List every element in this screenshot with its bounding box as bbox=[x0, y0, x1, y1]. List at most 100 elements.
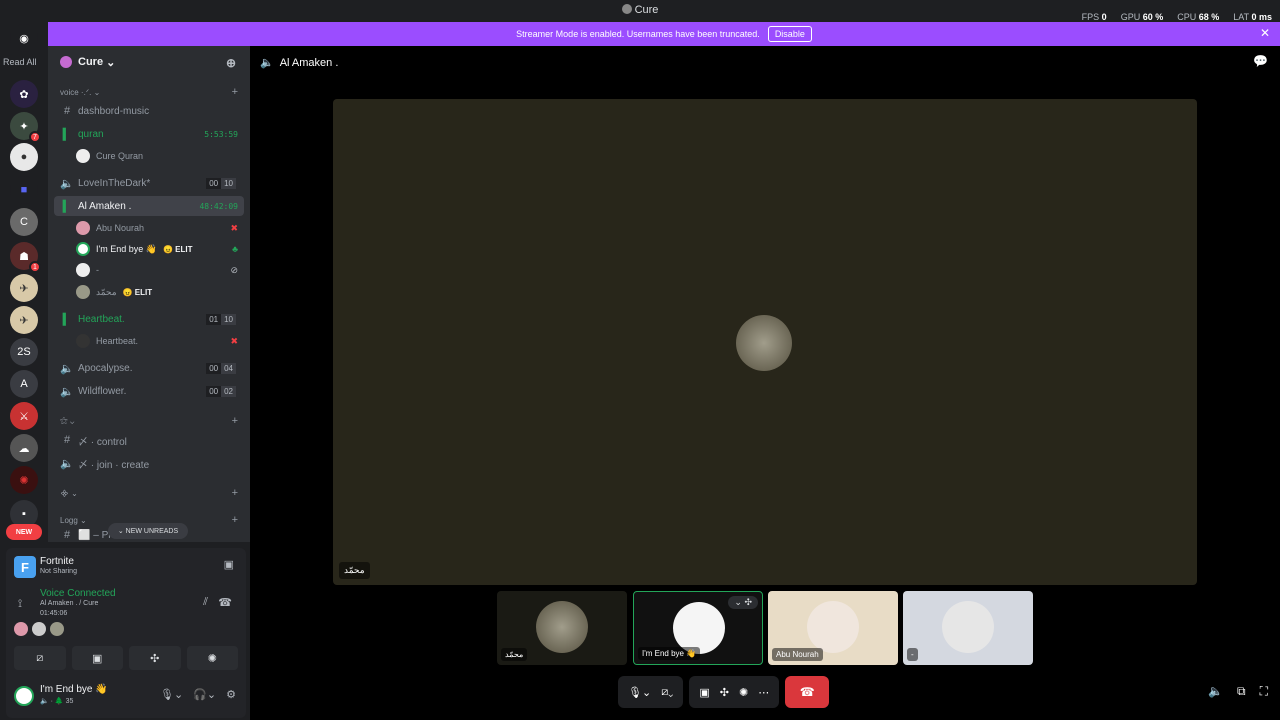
folder-icon[interactable]: ■ bbox=[10, 176, 38, 204]
microphone-icon[interactable]: 🎙⌄ bbox=[160, 688, 183, 701]
channel-header: 🔈 Al Amaken . bbox=[260, 57, 339, 69]
participant-label: محمّد bbox=[339, 562, 370, 579]
activity-icon[interactable]: ✣ bbox=[129, 646, 181, 670]
voice-user[interactable]: محمّد 😠 ELIT bbox=[76, 282, 244, 302]
guild-icon[interactable]: C bbox=[10, 208, 38, 236]
noise-suppression-icon[interactable]: ⫽ bbox=[203, 596, 208, 609]
add-channel-icon[interactable]: + bbox=[232, 86, 238, 98]
panel-actions: ⧄ ▣ ✣ ✺ bbox=[14, 646, 238, 670]
soundboard-icon[interactable]: ✺ bbox=[186, 646, 238, 670]
channel-dashbord-music[interactable]: # dashbord-music bbox=[54, 101, 244, 121]
gpu-stat: GPU 60 % bbox=[1120, 12, 1164, 22]
avatar bbox=[50, 622, 64, 636]
camera-off-icon[interactable]: ⧄⌄ bbox=[661, 686, 673, 699]
channel-loveinthedark[interactable]: 🔈 LoveInTheDark* 00 10 bbox=[54, 173, 244, 193]
voice-user[interactable]: Cure Quran bbox=[76, 146, 244, 166]
voice-timer: 01:45:06 bbox=[40, 610, 68, 617]
more-icon[interactable]: ⋯ bbox=[758, 686, 769, 699]
popout-icon[interactable]: ⧉ bbox=[1237, 684, 1246, 699]
guild-icon[interactable]: ✺ bbox=[10, 466, 38, 494]
close-icon[interactable]: ✕ bbox=[1260, 26, 1270, 40]
participant-tile[interactable]: محمّد bbox=[497, 591, 627, 665]
voice-user[interactable]: I'm End bye 👋 😠 ELIT ♣ bbox=[76, 239, 244, 259]
username[interactable]: I'm End bye 👋 bbox=[40, 684, 108, 695]
screen-share-icon[interactable]: ▣ bbox=[71, 646, 123, 670]
add-member-icon[interactable]: ⊕ bbox=[226, 56, 236, 70]
new-pill[interactable]: NEW bbox=[6, 524, 42, 540]
fullscreen-icon[interactable]: ⛶ bbox=[1260, 684, 1268, 699]
user-count: 00 02 bbox=[206, 385, 236, 397]
guild-icon[interactable]: ✦ 7 bbox=[10, 112, 41, 143]
soundboard-icon[interactable]: ✺ bbox=[739, 686, 748, 699]
tile-label: Abu Nourah bbox=[772, 648, 823, 661]
read-all[interactable]: Read All bbox=[3, 57, 37, 67]
account-controls: 🎙⌄ 🎧⌄ ⚙ bbox=[160, 688, 236, 701]
guild-icon[interactable]: ⚔ bbox=[10, 402, 38, 430]
category-3[interactable]: ᯽ ⌄ + bbox=[54, 483, 244, 503]
guild-icon[interactable]: ☁ bbox=[10, 434, 38, 462]
participant-tile[interactable]: - bbox=[903, 591, 1033, 665]
avatar bbox=[14, 622, 28, 636]
channel-join-create[interactable]: 🔈 〆 · join · create bbox=[54, 453, 244, 473]
gear-icon[interactable]: ⚙ bbox=[226, 688, 236, 701]
user-count: 00 10 bbox=[206, 177, 236, 189]
title-bar: Cure FPS 0 GPU 60 % CPU 68 % LAT 0 ms bbox=[0, 0, 1280, 22]
avatar bbox=[76, 221, 90, 235]
add-channel-icon[interactable]: + bbox=[232, 487, 238, 499]
guild-icon[interactable]: ✈ bbox=[10, 274, 38, 302]
stream-icon[interactable]: ▣ bbox=[224, 558, 234, 571]
channel-heartbeat[interactable]: ▍ Heartbeat. 01 10 bbox=[54, 309, 244, 329]
camera-off-icon[interactable]: ⧄ bbox=[14, 646, 66, 670]
channel-apocalypse[interactable]: 🔈 Apocalypse. 00 04 bbox=[54, 358, 244, 378]
speaker-icon: 🔈 bbox=[60, 457, 74, 470]
chat-icon[interactable]: 💬 bbox=[1253, 54, 1268, 68]
participant-tile[interactable]: I'm End bye 👋 ⌄ ✣ bbox=[633, 591, 763, 665]
channel-timer: 48:42:09 bbox=[199, 201, 238, 211]
disable-button[interactable]: Disable bbox=[767, 26, 812, 42]
guild-icon[interactable]: 2S bbox=[10, 338, 38, 366]
avatar[interactable] bbox=[14, 686, 34, 706]
guild-icon[interactable]: ✿ bbox=[10, 80, 38, 108]
voice-user[interactable]: Heartbeat. ✖ bbox=[76, 331, 244, 351]
server-logo-icon bbox=[621, 4, 632, 14]
user-panel: F Fortnite Not Sharing ▣ ⟟ Voice Connect… bbox=[6, 548, 246, 718]
hash-icon: # bbox=[63, 529, 71, 541]
guild-icon[interactable]: ● bbox=[10, 143, 38, 171]
expand-icon[interactable]: ⌄ ✣ bbox=[728, 596, 758, 609]
focused-participant[interactable]: محمّد bbox=[333, 99, 1197, 585]
avatar bbox=[942, 601, 994, 653]
screen-share-icon[interactable]: ▣ bbox=[699, 686, 709, 699]
add-channel-icon[interactable]: + bbox=[232, 514, 238, 526]
avatar bbox=[76, 334, 90, 348]
channel-timer: 5:53:59 bbox=[204, 129, 238, 139]
participant-tile[interactable]: Abu Nourah bbox=[768, 591, 898, 665]
voice-connected[interactable]: Voice Connected bbox=[40, 588, 116, 599]
microphone-icon[interactable]: 🎙⌄ bbox=[628, 686, 651, 699]
category-voice[interactable]: voice ·.ᐟ. ⌄ + bbox=[54, 82, 244, 102]
disconnect-icon[interactable]: ☎ bbox=[218, 596, 232, 609]
voice-channel-path[interactable]: Al Amaken . / Cure bbox=[40, 600, 98, 607]
discord-home-icon[interactable]: ◉ bbox=[10, 24, 38, 52]
activity-icon[interactable]: ✣ bbox=[720, 686, 729, 699]
channel-control[interactable]: # 〆 · control bbox=[54, 430, 244, 450]
voice-icon: ▍ bbox=[62, 200, 72, 213]
channel-quran[interactable]: ▍ quran 5:53:59 bbox=[54, 124, 244, 144]
channel-sidebar: Cure ⌄ ⊕ voice ·.ᐟ. ⌄ + # dashbord-music ▍ q… bbox=[48, 46, 250, 542]
guild-icon[interactable]: A bbox=[10, 370, 38, 398]
category-2[interactable]: ⚝ ⌄ + bbox=[54, 411, 244, 431]
end-call-button[interactable]: ☎ bbox=[785, 676, 830, 708]
tile-label: - bbox=[907, 648, 918, 661]
channel-wildflower[interactable]: 🔈 Wildflower. 00 02 bbox=[54, 381, 244, 401]
volume-icon[interactable]: 🔈 bbox=[1208, 684, 1223, 699]
server-header[interactable]: Cure ⌄ ⊕ bbox=[48, 46, 250, 78]
server-icon bbox=[60, 56, 72, 68]
guild-icon[interactable]: ☗ 1 bbox=[10, 242, 41, 273]
voice-user[interactable]: Abu Nourah ✖ bbox=[76, 218, 244, 238]
voice-user[interactable]: - ⊘ bbox=[76, 260, 244, 280]
new-unreads-pill[interactable]: ⌄ NEW UNREADS bbox=[108, 523, 188, 539]
hash-icon: # bbox=[63, 434, 71, 446]
add-channel-icon[interactable]: + bbox=[232, 415, 238, 427]
headphones-icon[interactable]: 🎧⌄ bbox=[193, 688, 216, 701]
channel-al-amaken[interactable]: ▍ Al Amaken . 48:42:09 bbox=[54, 196, 244, 216]
guild-icon[interactable]: ✈ bbox=[10, 306, 38, 334]
